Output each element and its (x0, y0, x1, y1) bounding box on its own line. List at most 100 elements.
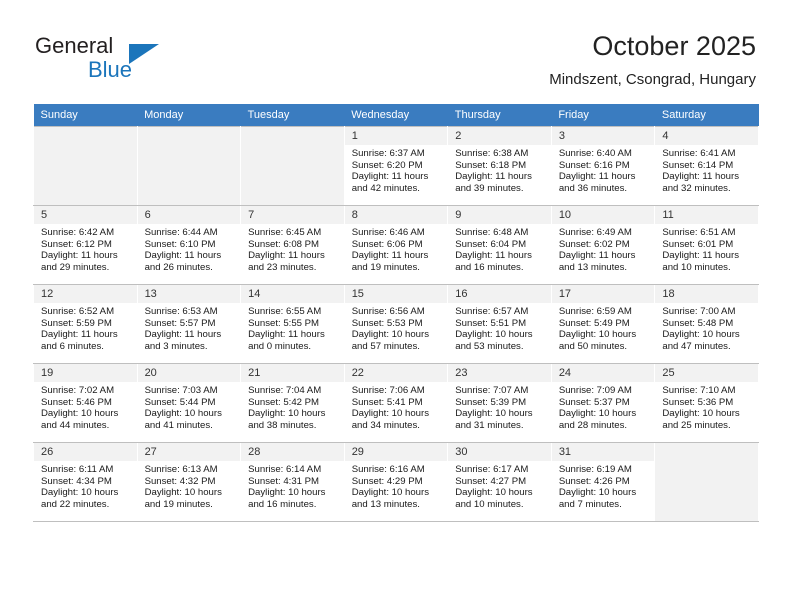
calendar-day-cell[interactable]: 31 Sunrise: 6:19 AM Sunset: 4:26 PM Dayligh… (550, 442, 656, 522)
daylight-text: Daylight: 10 hours and 44 minutes. (41, 408, 119, 431)
brand-name-general: General (35, 33, 114, 58)
calendar-week-row: 12 Sunrise: 6:52 AM Sunset: 5:59 PM Dayligh… (33, 284, 759, 364)
sunrise-text: Sunrise: 6:46 AM (351, 227, 425, 238)
weekday-header-wednesday: Wednesday (344, 104, 448, 127)
day-number: 3 (551, 127, 655, 145)
calendar-day-cell[interactable]: 16 Sunrise: 6:57 AM Sunset: 5:51 PM Dayligh… (447, 284, 552, 364)
calendar-day-cell[interactable]: 1 Sunrise: 6:37 AM Sunset: 6:20 PM Daylight… (343, 126, 449, 206)
weekday-header-tuesday: Tuesday (240, 104, 345, 127)
day-number: 8 (344, 206, 448, 224)
daylight-text: Daylight: 10 hours and 57 minutes. (351, 329, 430, 352)
calendar-day-cell[interactable]: 30 Sunrise: 6:17 AM Sunset: 4:27 PM Dayligh… (447, 442, 552, 522)
brand-logo[interactable]: General Blue (35, 33, 265, 85)
sunrise-text: Sunrise: 6:11 AM (41, 464, 114, 475)
sunrise-text: Sunrise: 6:16 AM (351, 464, 425, 475)
daylight-text: Daylight: 10 hours and 13 minutes. (351, 487, 430, 510)
daylight-text: Daylight: 11 hours and 26 minutes. (144, 250, 222, 273)
calendar-day-cell[interactable]: 24 Sunrise: 7:09 AM Sunset: 5:37 PM Dayligh… (550, 363, 656, 443)
day-number: 2 (448, 127, 551, 145)
day-number: 10 (551, 206, 655, 224)
calendar-day-cell[interactable]: 7 Sunrise: 6:45 AM Sunset: 6:08 PM Daylight… (240, 205, 345, 285)
sunrise-text: Sunrise: 6:41 AM (662, 148, 736, 159)
day-details: Sunrise: 6:14 AM Sunset: 4:31 PM Daylight:… (241, 461, 344, 510)
day-number: 28 (241, 443, 344, 461)
daylight-text: Daylight: 11 hours and 3 minutes. (144, 329, 222, 352)
sunrise-text: Sunrise: 7:04 AM (248, 385, 322, 396)
sunrise-text: Sunrise: 6:59 AM (558, 306, 632, 317)
sunrise-text: Sunrise: 6:49 AM (558, 227, 632, 238)
day-number: 1 (344, 127, 448, 145)
daylight-text: Daylight: 10 hours and 31 minutes. (455, 408, 533, 431)
calendar-day-cell[interactable]: 15 Sunrise: 6:56 AM Sunset: 5:53 PM Dayligh… (343, 284, 449, 364)
daylight-text: Daylight: 10 hours and 47 minutes. (662, 329, 740, 352)
sunrise-text: Sunrise: 6:37 AM (351, 148, 425, 159)
sunrise-text: Sunrise: 7:09 AM (558, 385, 632, 396)
day-details: Sunrise: 6:37 AM Sunset: 6:20 PM Daylight:… (345, 145, 448, 194)
day-number: 4 (655, 127, 758, 145)
calendar-day-cell[interactable]: 8 Sunrise: 6:46 AM Sunset: 6:06 PM Daylight… (343, 205, 449, 285)
sunset-text: Sunset: 4:32 PM (144, 475, 216, 487)
sunset-text: Sunset: 6:12 PM (41, 238, 112, 250)
day-details: Sunrise: 7:04 AM Sunset: 5:42 PM Daylight:… (241, 382, 344, 431)
triangle-logo-icon (129, 44, 159, 64)
daylight-text: Daylight: 10 hours and 53 minutes. (455, 329, 533, 352)
calendar-day-cell[interactable]: 5 Sunrise: 6:42 AM Sunset: 6:12 PM Daylight… (33, 205, 138, 285)
day-number: 22 (344, 364, 448, 382)
calendar-day-cell[interactable]: 3 Sunrise: 6:40 AM Sunset: 6:16 PM Daylight… (550, 126, 656, 206)
calendar-day-cell[interactable]: 10 Sunrise: 6:49 AM Sunset: 6:02 PM Dayligh… (550, 205, 656, 285)
calendar-day-cell[interactable]: 20 Sunrise: 7:03 AM Sunset: 5:44 PM Dayligh… (136, 363, 242, 443)
calendar-day-cell[interactable]: 13 Sunrise: 6:53 AM Sunset: 5:57 PM Dayligh… (136, 284, 242, 364)
sunrise-text: Sunrise: 7:07 AM (455, 385, 529, 396)
day-number: 9 (448, 206, 551, 224)
daylight-text: Daylight: 10 hours and 41 minutes. (144, 408, 222, 431)
day-details: Sunrise: 6:17 AM Sunset: 4:27 PM Daylight:… (448, 461, 551, 510)
daylight-text: Daylight: 11 hours and 32 minutes. (662, 171, 739, 194)
day-number: 21 (241, 364, 344, 382)
calendar-day-cell[interactable]: 19 Sunrise: 7:02 AM Sunset: 5:46 PM Dayligh… (33, 363, 138, 443)
sunset-text: Sunset: 6:01 PM (662, 238, 734, 250)
page-subtitle: Mindszent, Csongrad, Hungary (549, 71, 756, 88)
page-title: October 2025 (592, 31, 756, 61)
sunset-text: Sunset: 5:42 PM (248, 396, 320, 408)
sunrise-text: Sunrise: 6:51 AM (662, 227, 736, 238)
calendar-day-cell[interactable]: 2 Sunrise: 6:38 AM Sunset: 6:18 PM Daylight… (447, 126, 552, 206)
sunrise-text: Sunrise: 7:06 AM (351, 385, 425, 396)
day-number: 31 (551, 443, 655, 461)
calendar-week-row: 5 Sunrise: 6:42 AM Sunset: 6:12 PM Daylight… (33, 205, 759, 285)
calendar-day-cell[interactable]: 25 Sunrise: 7:10 AM Sunset: 5:36 PM Dayligh… (654, 363, 759, 443)
weekday-header-friday: Friday (551, 104, 655, 127)
calendar-week-row: 1 Sunrise: 6:37 AM Sunset: 6:20 PM Daylight… (33, 126, 759, 206)
calendar-day-cell[interactable]: 14 Sunrise: 6:55 AM Sunset: 5:55 PM Dayligh… (240, 284, 345, 364)
calendar-day-cell[interactable]: 4 Sunrise: 6:41 AM Sunset: 6:14 PM Daylight… (654, 126, 759, 206)
calendar-day-cell[interactable]: 23 Sunrise: 7:07 AM Sunset: 5:39 PM Dayligh… (447, 363, 552, 443)
day-number: 5 (34, 206, 137, 224)
day-details: Sunrise: 6:55 AM Sunset: 5:55 PM Daylight:… (241, 303, 344, 352)
sunset-text: Sunset: 6:08 PM (248, 238, 320, 250)
calendar-day-cell[interactable]: 29 Sunrise: 6:16 AM Sunset: 4:29 PM Dayligh… (343, 442, 449, 522)
sunrise-text: Sunrise: 6:56 AM (351, 306, 425, 317)
sunset-text: Sunset: 5:36 PM (662, 396, 734, 408)
calendar-day-cell[interactable]: 28 Sunrise: 6:14 AM Sunset: 4:31 PM Dayligh… (240, 442, 345, 522)
calendar-day-cell[interactable]: 17 Sunrise: 6:59 AM Sunset: 5:49 PM Dayligh… (550, 284, 656, 364)
calendar-day-cell[interactable]: 22 Sunrise: 7:06 AM Sunset: 5:41 PM Dayligh… (343, 363, 449, 443)
day-details: Sunrise: 7:06 AM Sunset: 5:41 PM Daylight:… (345, 382, 448, 431)
calendar-day-cell[interactable]: 6 Sunrise: 6:44 AM Sunset: 6:10 PM Daylight… (136, 205, 242, 285)
day-number: 16 (448, 285, 551, 303)
calendar-day-cell[interactable]: 9 Sunrise: 6:48 AM Sunset: 6:04 PM Daylight… (447, 205, 552, 285)
sunset-text: Sunset: 5:44 PM (144, 396, 216, 408)
calendar-day-cell[interactable]: 26 Sunrise: 6:11 AM Sunset: 4:34 PM Dayligh… (33, 442, 138, 522)
calendar-day-cell[interactable]: 12 Sunrise: 6:52 AM Sunset: 5:59 PM Dayligh… (33, 284, 138, 364)
calendar-day-cell[interactable]: 11 Sunrise: 6:51 AM Sunset: 6:01 PM Dayligh… (654, 205, 759, 285)
day-number: 18 (655, 285, 758, 303)
daylight-text: Daylight: 10 hours and 28 minutes. (558, 408, 637, 431)
day-details: Sunrise: 6:38 AM Sunset: 6:18 PM Daylight:… (448, 145, 551, 194)
weekday-header-sunday: Sunday (33, 104, 138, 127)
calendar-day-cell[interactable]: 18 Sunrise: 7:00 AM Sunset: 5:48 PM Dayligh… (654, 284, 759, 364)
daylight-text: Daylight: 11 hours and 39 minutes. (455, 171, 532, 194)
daylight-text: Daylight: 10 hours and 19 minutes. (144, 487, 222, 510)
calendar-day-cell[interactable]: 21 Sunrise: 7:04 AM Sunset: 5:42 PM Dayligh… (240, 363, 345, 443)
day-details: Sunrise: 7:07 AM Sunset: 5:39 PM Daylight:… (448, 382, 551, 431)
calendar-day-cell[interactable]: 27 Sunrise: 6:13 AM Sunset: 4:32 PM Dayligh… (136, 442, 242, 522)
day-number: 6 (137, 206, 241, 224)
daylight-text: Daylight: 10 hours and 10 minutes. (455, 487, 533, 510)
